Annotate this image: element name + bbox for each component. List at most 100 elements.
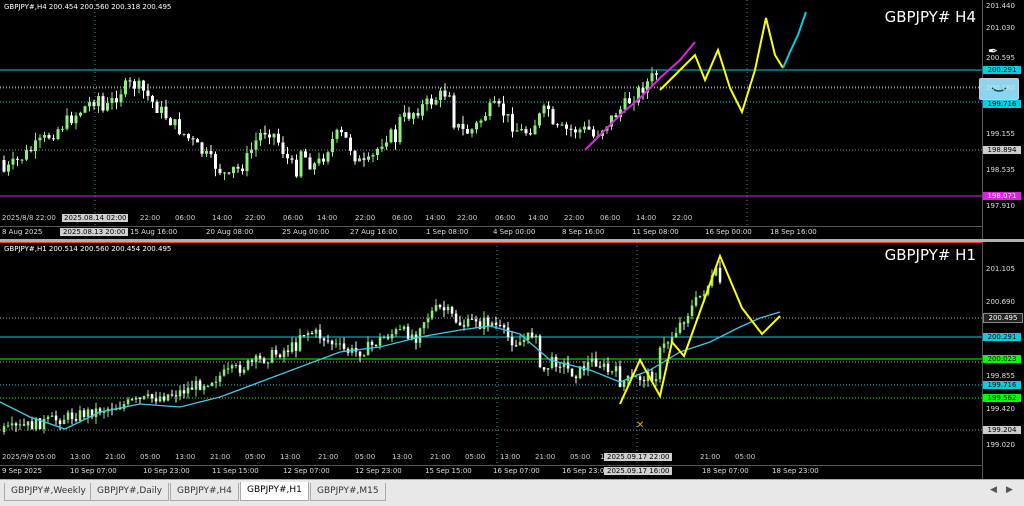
h1-candle-body [550,356,554,369]
h4-candle-body [124,80,127,95]
h1-candle-body [526,332,530,340]
h4-inner-time-label: 14:00 [317,214,338,222]
h1-candle-body [486,317,490,326]
h1-candle-body [250,360,254,362]
tab-scroll-left-icon[interactable]: ◀ [990,485,997,495]
h1-time-label: 12 Sep 07:00 [283,467,330,475]
h1-candle-body [210,382,214,386]
h1-candle-body [606,363,610,372]
h4-candle-body [277,133,280,143]
h4-time-label: 8 Aug 2025 [2,228,43,236]
h1-candle-body [382,337,386,339]
h4-inner-time-label: 22:00 [457,214,478,222]
h4-candle-body [344,132,348,138]
chart-tab[interactable]: GBPJPY#,H4 [170,483,239,501]
h4-candle-body [488,102,492,117]
h4-time-label: 4 Sep 00:00 [493,228,536,236]
h1-candle-body [474,319,478,322]
h4-candle-body [421,104,424,116]
h4-candle-body [493,101,496,103]
h1-candle-body [294,342,298,351]
h1-candle-body [546,368,550,370]
h1-candle-body [6,425,10,427]
h4-chart-pane[interactable]: GBPJPY#,H4 200.454 200.560 200.318 200.4… [0,0,1024,239]
h1-tag-grey: 199.204 [983,426,1021,434]
h1-candle-body [158,396,162,402]
h1-candle-body [178,390,182,397]
h1-inner-time-label: 21:00 [700,453,721,461]
h4-candle-body [569,128,573,130]
chart-tab[interactable]: GBPJPY#,M15 [310,483,386,501]
h1-candle-body [190,387,194,390]
h1-candle-body [666,342,670,344]
h1-candle-body [574,376,578,379]
h1-candle-body [306,333,310,336]
h4-candle-body [628,98,631,104]
h1-candle-body [134,397,138,400]
h4-candle-body [254,140,258,150]
h1-candle-body [58,420,62,425]
h4-candle-body [592,129,595,137]
h4-candle-body [430,98,433,105]
h1-inner-time-label: 05:00 [140,453,161,461]
h1-chart-canvas[interactable]: ✕ [0,242,982,465]
h4-candle-body [88,102,91,107]
h4-candle-body [290,158,294,160]
h1-chart-pane[interactable]: ✕ GBPJPY#,H1 200.514 200.560 200.454 200… [0,242,1024,479]
chart-tab[interactable]: GBPJPY#,Daily [90,483,170,501]
h4-inner-time-label: 2025/8/8 22:00 [2,214,56,222]
h4-candle-body [524,129,528,134]
h4-candle-body [439,90,442,100]
h4-chart-canvas[interactable] [0,0,982,226]
h1-candle-body [454,313,458,323]
h1-moving-average [0,311,781,430]
h4-candle-body [349,137,352,151]
h4-candle-body [331,138,334,153]
h1-candle-body [390,334,394,339]
h4-time-label: 11 Sep 08:00 [632,228,679,236]
h4-price-tick: 201.440 [986,2,1015,10]
h4-candle-body [164,106,168,119]
h1-candle-body [170,394,174,396]
h1-candle-body [406,326,410,339]
h1-candle-body [498,324,502,326]
h4-candle-body [295,159,298,177]
h1-candle-body [270,350,274,363]
h1-candle-body [566,362,570,369]
h4-candle-body [119,94,123,103]
h1-candle-body [234,365,238,367]
h4-candle-body [461,123,465,129]
h4-candle-body [641,87,645,93]
h1-candle-body [378,337,382,346]
h1-candle-body [218,375,222,382]
h4-candle-body [25,150,28,160]
h1-candle-body [138,397,142,399]
h1-candle-body [238,365,242,373]
h1-candle-body [534,335,538,338]
h4-price-tick: 200.595 [986,54,1015,62]
h1-tag-cyan: 200.291 [983,333,1021,341]
h4-candle-body [281,142,285,155]
h1-tag-cyan-low: 199.716 [983,381,1021,389]
h4-candle-body [313,163,316,170]
h4-inner-time-label: 14:00 [636,214,657,222]
h4-candle-body [335,129,339,139]
h1-candle-body [522,339,526,342]
h1-candle-body [506,327,510,337]
h1-candle-body [494,322,498,325]
h4-candle-body [133,81,136,89]
chart-tab[interactable]: GBPJPY#,H1 [240,482,309,501]
h4-chart-header: GBPJPY#,H4 200.454 200.560 200.318 200.4… [4,3,172,11]
h1-candle-body [186,387,190,394]
h4-candle-body [178,119,181,135]
tab-scroll-right-icon[interactable]: ▶ [1006,485,1013,495]
h1-candle-body [426,318,430,323]
h4-candle-body [340,129,343,133]
h4-candle-body [655,73,658,75]
h1-candle-body [690,305,694,316]
h4-candle-body [191,138,195,140]
chart-tab[interactable]: GBPJPY#,Weekly [4,483,93,501]
h1-inner-time-label: 21:00 [535,453,556,461]
h4-candle-body [110,98,114,104]
h1-candle-body [502,325,506,328]
